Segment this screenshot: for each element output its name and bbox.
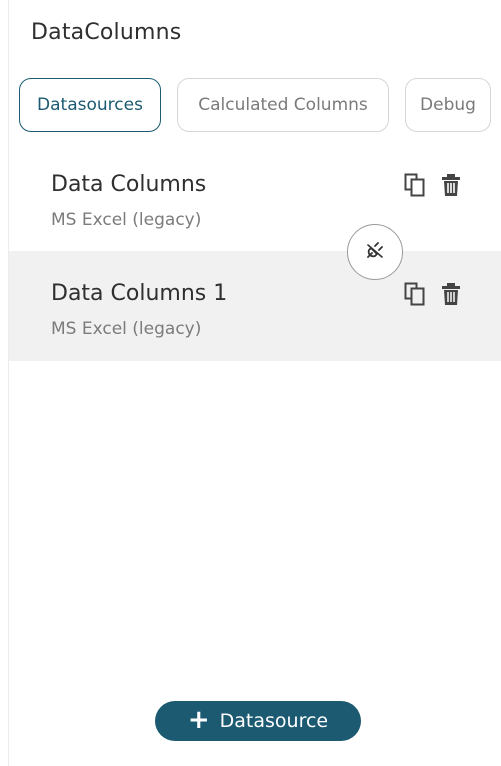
add-datasource-label: Datasource [219,710,329,732]
connect-datasources-button[interactable] [347,224,403,280]
data-columns-panel: DataColumns Datasources Calculated Colum… [8,0,501,766]
tab-datasources[interactable]: Datasources [19,78,161,132]
copy-icon[interactable] [402,172,428,198]
tab-bar: Datasources Calculated Columns Debug [19,78,491,134]
trash-icon[interactable] [438,281,464,307]
datasource-actions [402,172,464,198]
trash-icon[interactable] [438,172,464,198]
add-datasource-button[interactable]: + Datasource [155,701,361,741]
datasource-type: MS Excel (legacy) [51,210,202,230]
outer-gutter [0,0,8,766]
tab-calculated-columns[interactable]: Calculated Columns [177,78,389,132]
datasource-name: Data Columns [51,172,207,197]
tab-debug[interactable]: Debug [405,78,491,132]
panel-title: DataColumns [31,20,182,45]
datasource-item[interactable]: Data Columns MS Excel (legacy) [9,142,501,252]
plug-icon [364,239,386,265]
copy-icon[interactable] [402,281,428,307]
datasource-item[interactable]: Data Columns 1 MS Excel (legacy) [9,251,501,361]
datasource-type: MS Excel (legacy) [51,319,202,339]
plus-icon: + [187,705,210,735]
datasource-name: Data Columns 1 [51,281,228,306]
datasource-actions [402,281,464,307]
